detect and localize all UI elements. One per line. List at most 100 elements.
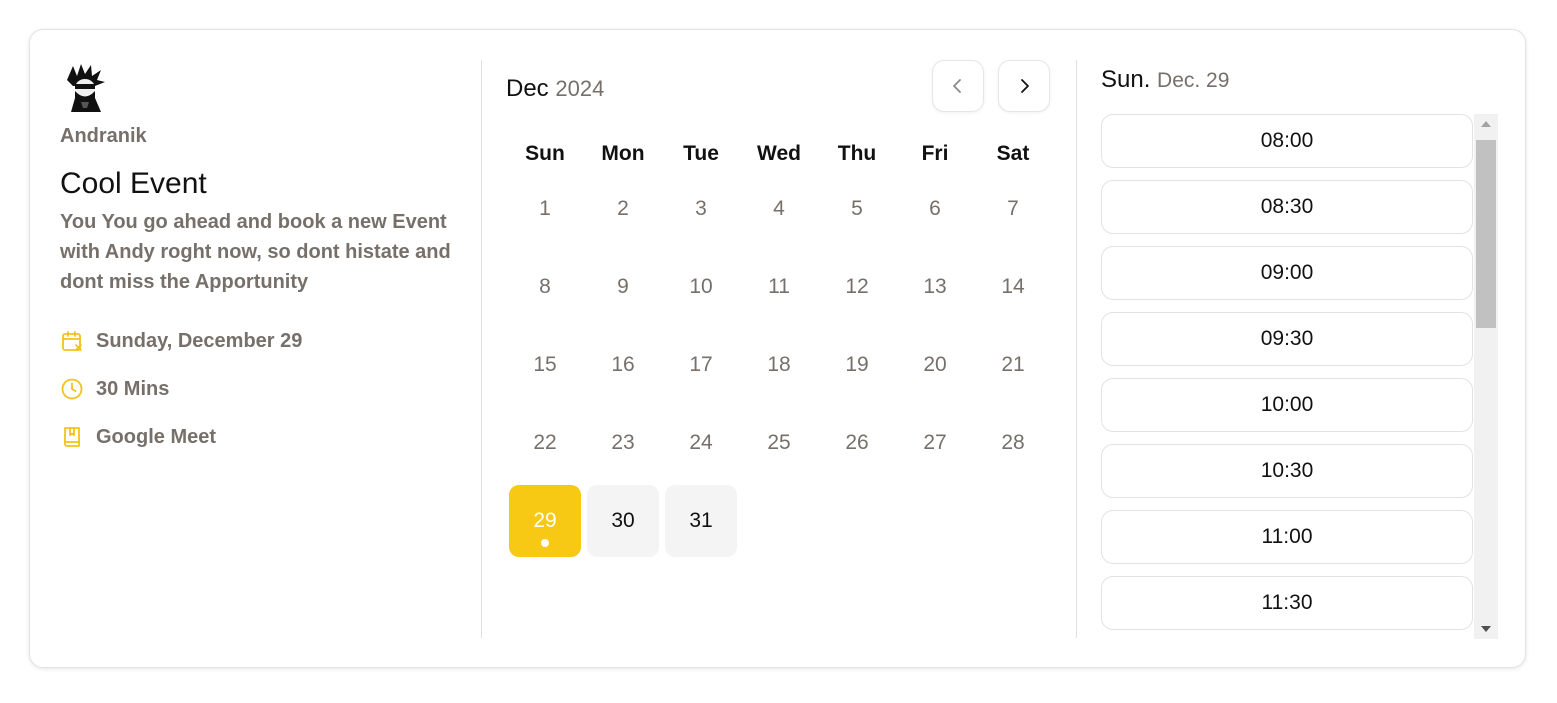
calendar-day[interactable]: 30	[587, 485, 659, 557]
weekday-label: Mon	[601, 142, 645, 165]
calendar-day: 5	[821, 173, 893, 245]
calendar-year: 2024	[555, 76, 605, 101]
calendar-day-number: 14	[1001, 275, 1025, 298]
calendar-day[interactable]: 31	[665, 485, 737, 557]
calendar-day: 18	[743, 329, 815, 401]
weekday-label: Sun	[525, 142, 565, 165]
calendar-day-number: 2	[617, 197, 629, 220]
calendar-day: 23	[587, 407, 659, 479]
event-date: Sunday, December 29	[96, 329, 303, 352]
event-duration-row: 30 Mins	[60, 375, 169, 403]
calendar-day: 10	[665, 251, 737, 323]
ninja-avatar-icon	[67, 64, 105, 112]
timeslot-button[interactable]: 10:30	[1101, 444, 1473, 498]
calendar-day-number: 1	[539, 197, 551, 220]
calendar-icon	[60, 329, 84, 353]
timeslot-scrollbar[interactable]	[1474, 114, 1498, 639]
next-month-button[interactable]	[998, 60, 1050, 112]
calendar-day: 16	[587, 329, 659, 401]
calendar-day-number: 24	[689, 431, 713, 454]
timeslot-button[interactable]: 10:00	[1101, 378, 1473, 432]
timeslot-button[interactable]: 09:00	[1101, 246, 1473, 300]
event-duration: 30 Mins	[96, 377, 170, 400]
calendar-month-year: Dec 2024	[506, 75, 604, 103]
calendar-day: 6	[899, 173, 971, 245]
calendar-day: 12	[821, 251, 893, 323]
calendar-day-number: 25	[767, 431, 791, 454]
calendar-day-number: 22	[533, 431, 557, 454]
calendar-day-number: 19	[845, 353, 869, 376]
chevron-right-icon	[1021, 79, 1029, 93]
calendar-day-number: 4	[773, 197, 785, 220]
calendar-day: 19	[821, 329, 893, 401]
timeslot-button[interactable]: 11:00	[1101, 510, 1473, 564]
calendar-day: 26	[821, 407, 893, 479]
calendar-day: 15	[509, 329, 581, 401]
calendar-day-number: 7	[1007, 197, 1019, 220]
calendar-day-number: 3	[695, 197, 707, 220]
calendar-day: 28	[977, 407, 1049, 479]
calendar-day-number: 9	[617, 275, 629, 298]
weekday-label: Thu	[837, 142, 877, 165]
calendar-day-number: 13	[923, 275, 947, 298]
weekday-label: Fri	[921, 142, 949, 165]
calendar-day: 13	[899, 251, 971, 323]
calendar-day-number: 31	[689, 509, 713, 532]
calendar-day: 14	[977, 251, 1049, 323]
calendar-day: 1	[509, 173, 581, 245]
selected-day-dot	[541, 539, 549, 547]
calendar-day: 20	[899, 329, 971, 401]
calendar-day-number: 27	[923, 431, 947, 454]
calendar-day-number: 16	[611, 353, 635, 376]
divider	[1076, 60, 1077, 638]
calendar-day: 11	[743, 251, 815, 323]
calendar-day-number: 29	[533, 509, 557, 532]
calendar-day: 9	[587, 251, 659, 323]
scroll-down-arrow-icon[interactable]	[1474, 619, 1498, 639]
calendar-day-number: 6	[929, 197, 941, 220]
calendar-day: 27	[899, 407, 971, 479]
timeslot-date: Dec. 29	[1157, 69, 1230, 92]
booking-card: Andranik Cool Event You You go ahead and…	[29, 29, 1526, 668]
timeslot-button[interactable]: 08:00	[1101, 114, 1473, 168]
weekday-label: Tue	[683, 142, 719, 165]
scrollbar-thumb[interactable]	[1476, 140, 1496, 328]
calendar-day-number: 12	[845, 275, 869, 298]
event-description: You You go ahead and book a new Event wi…	[60, 211, 451, 293]
calendar-day: 4	[743, 173, 815, 245]
calendar-day-selected[interactable]: 29	[509, 485, 581, 557]
weekday-label: Wed	[757, 142, 801, 165]
calendar-day-number: 18	[767, 353, 791, 376]
book-icon	[60, 425, 84, 449]
event-info-panel: Andranik Cool Event You You go ahead and…	[30, 30, 481, 667]
timeslot-button[interactable]: 11:30	[1101, 576, 1473, 630]
calendar-day: 24	[665, 407, 737, 479]
divider	[481, 60, 482, 638]
calendar-day-number: 21	[1001, 353, 1025, 376]
calendar-day: 8	[509, 251, 581, 323]
calendar-day: 25	[743, 407, 815, 479]
calendar-day-number: 10	[689, 275, 713, 298]
calendar-day-number: 8	[539, 275, 551, 298]
chevron-left-icon	[953, 79, 961, 93]
calendar-day-number: 5	[851, 197, 863, 220]
timeslot-weekday: Sun.	[1101, 66, 1151, 93]
scroll-up-arrow-icon[interactable]	[1474, 114, 1498, 134]
host-name: Andranik	[60, 125, 147, 147]
event-location: Google Meet	[96, 425, 217, 448]
avatar	[61, 62, 109, 112]
timeslot-button[interactable]: 09:30	[1101, 312, 1473, 366]
calendar-day-number: 17	[689, 353, 713, 376]
timeslot-header: Sun. Dec. 29	[1101, 66, 1229, 94]
weekday-label: Sat	[996, 142, 1030, 165]
timeslot-button[interactable]: 08:30	[1101, 180, 1473, 234]
prev-month-button[interactable]	[932, 60, 984, 112]
calendar-month: Dec	[506, 75, 549, 102]
calendar-day-number: 28	[1001, 431, 1025, 454]
calendar-day: 22	[509, 407, 581, 479]
calendar-day: 3	[665, 173, 737, 245]
timeslot-list: 08:00 08:30 09:00 09:30 10:00 10:30 11:00 11:30	[1101, 114, 1473, 639]
calendar-day-number: 11	[768, 275, 790, 298]
event-date-row: Sunday, December 29	[60, 327, 302, 355]
event-location-row: Google Meet	[60, 423, 216, 451]
